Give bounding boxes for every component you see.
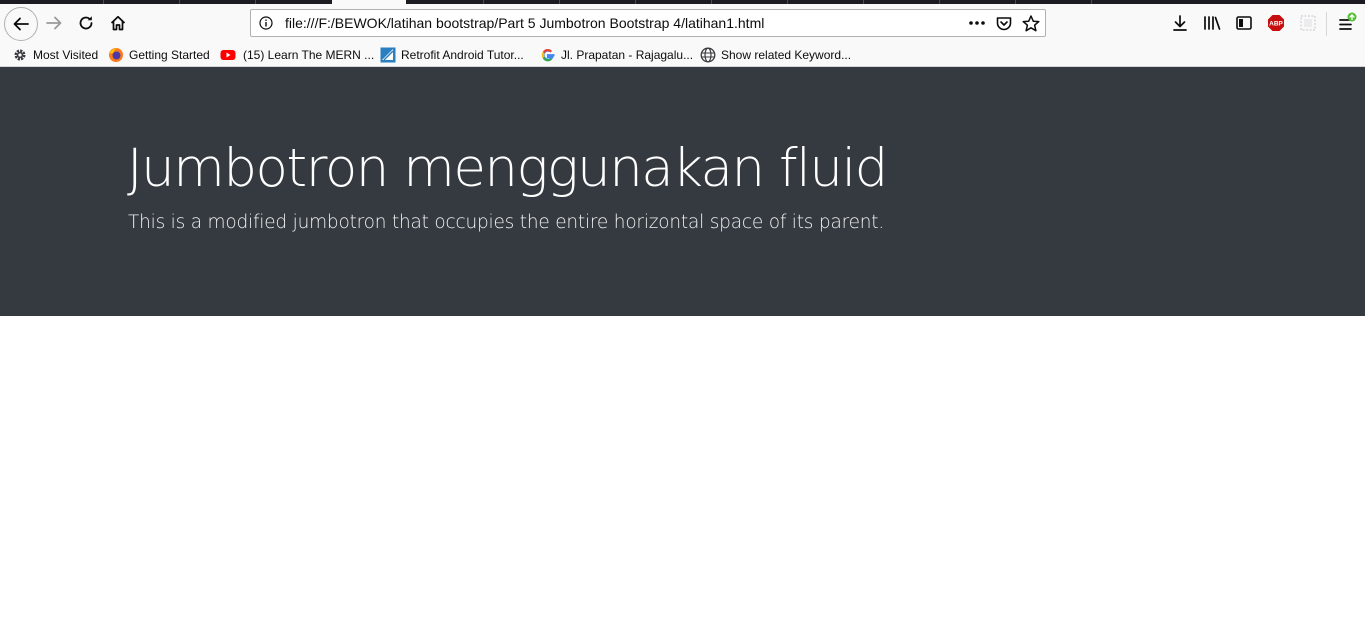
site-icon (380, 47, 396, 63)
navigation-toolbar: file:///F:/BEWOK/latihan bootstrap/Part … (0, 4, 1365, 44)
bookmark-label: Retrofit Android Tutor... (401, 48, 524, 62)
bookmark-getting-started[interactable]: Getting Started (108, 47, 210, 63)
url-text[interactable]: file:///F:/BEWOK/latihan bootstrap/Part … (285, 15, 764, 31)
google-icon (541, 49, 555, 62)
sidebar-button[interactable] (1230, 8, 1258, 38)
bookmark-learn-mern[interactable]: (15) Learn The MERN ... (220, 47, 374, 63)
page-actions-icon[interactable] (967, 14, 987, 32)
bookmark-maps[interactable]: Jl. Prapatan - Rajagalu... (540, 47, 693, 63)
bookmark-label: Jl. Prapatan - Rajagalu... (561, 48, 694, 62)
adblock-icon: ABP (1268, 15, 1284, 31)
jumbotron-title: Jumbotron menggunakan fluid (127, 138, 888, 199)
bookmark-star-icon[interactable] (1021, 14, 1041, 34)
gear-icon (14, 49, 26, 61)
back-button[interactable] (4, 7, 38, 41)
bookmark-retrofit[interactable]: Retrofit Android Tutor... (380, 47, 524, 63)
library-button[interactable] (1198, 8, 1226, 38)
bookmark-label: Getting Started (129, 48, 210, 62)
toolbar-separator (1326, 12, 1327, 36)
home-icon (110, 15, 126, 31)
library-icon (1204, 16, 1221, 30)
hamburger-menu-icon (1339, 12, 1357, 30)
youtube-icon (220, 50, 236, 60)
home-button[interactable] (104, 8, 132, 38)
adblock-badge-text: ABP (1269, 21, 1283, 28)
bookmark-most-visited[interactable]: Most Visited (12, 47, 98, 63)
bookmark-label: (15) Learn The MERN ... (243, 48, 375, 62)
reload-button[interactable] (72, 8, 100, 38)
jumbotron-lead: This is a modified jumbotron that occupi… (128, 212, 885, 233)
downloads-button[interactable] (1166, 8, 1194, 38)
menu-button[interactable] (1333, 8, 1361, 38)
url-bar[interactable]: file:///F:/BEWOK/latihan bootstrap/Part … (250, 9, 1046, 37)
sidebar-icon (1236, 16, 1252, 30)
globe-icon (700, 47, 716, 63)
extension-button[interactable] (1294, 8, 1322, 38)
bookmark-label: Most Visited (33, 48, 99, 62)
adblock-button[interactable]: ABP (1262, 8, 1290, 38)
bookmark-label: Show related Keyword... (721, 48, 852, 62)
bookmarks-toolbar: Most Visited Getting Started (15) Learn … (0, 44, 1365, 67)
jumbotron: Jumbotron menggunakan fluid This is a mo… (0, 67, 1365, 316)
firefox-icon (109, 48, 123, 62)
download-icon (1173, 15, 1187, 31)
extension-icon (1300, 15, 1316, 31)
info-icon[interactable] (259, 16, 273, 30)
pocket-icon[interactable] (995, 15, 1013, 33)
bookmark-keywords[interactable]: Show related Keyword... (700, 47, 851, 63)
arrow-right-icon (46, 16, 62, 30)
arrow-left-icon (13, 17, 29, 31)
forward-button[interactable] (40, 8, 68, 38)
reload-icon (79, 16, 93, 30)
